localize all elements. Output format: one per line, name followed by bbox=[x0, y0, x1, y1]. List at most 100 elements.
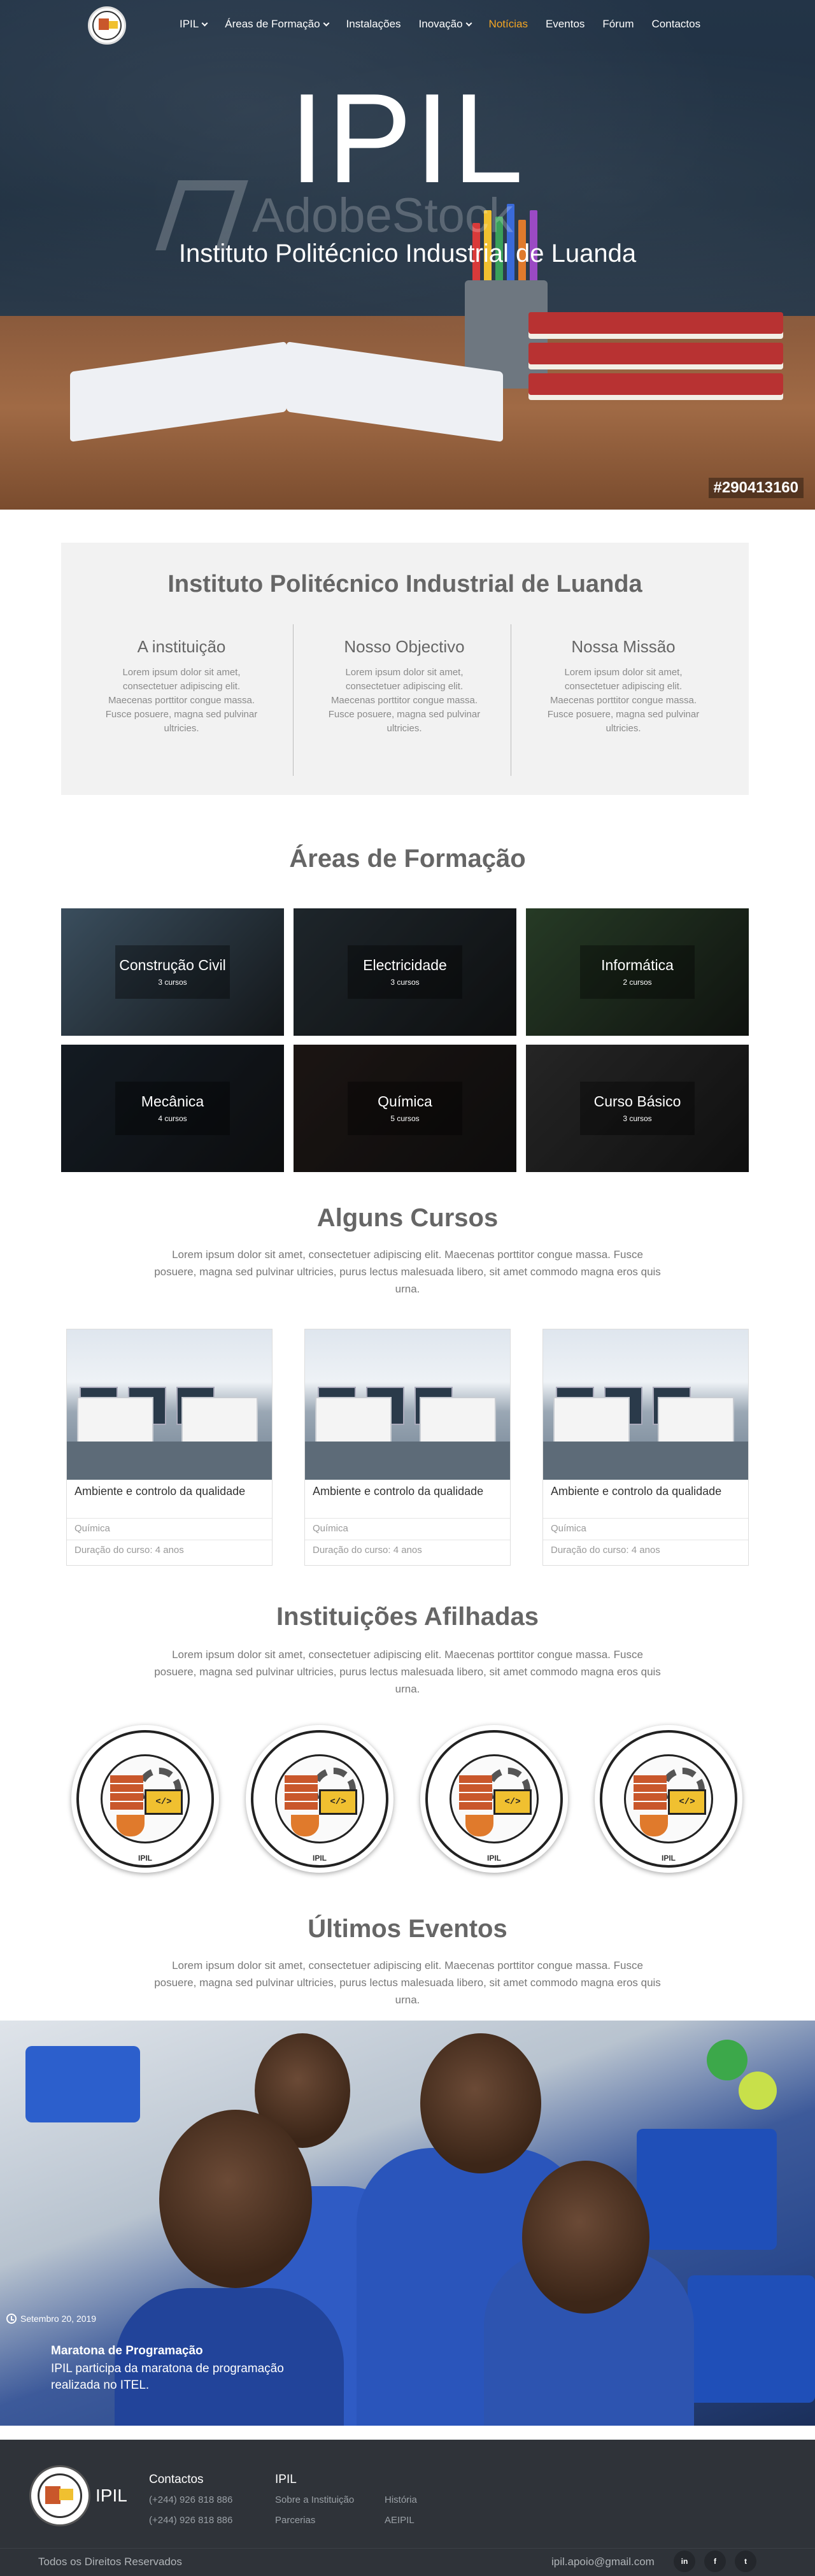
footer-link-aeipil[interactable]: AEIPIL bbox=[385, 2515, 415, 2526]
footer-link-partners[interactable]: Parcerias bbox=[275, 2515, 315, 2526]
nav-item-label: Notícias bbox=[488, 18, 528, 30]
chevron-down-icon bbox=[201, 20, 208, 26]
featured-event[interactable]: Setembro 20, 2019 Maratona de Programaçã… bbox=[0, 2021, 815, 2426]
column-text: Lorem ipsum dolor sit amet, consectetuer… bbox=[105, 667, 258, 734]
event-date-text: Setembro 20, 2019 bbox=[20, 2314, 97, 2324]
course-title[interactable]: Ambiente e controlo da qualidade bbox=[313, 1484, 497, 1499]
area-label-box: Química 5 cursos bbox=[348, 1082, 462, 1135]
area-name: Curso Básico bbox=[593, 1093, 681, 1110]
nav-item-label: Instalações bbox=[346, 18, 401, 30]
affiliate-seal[interactable]: </> IPIL bbox=[420, 1725, 568, 1873]
about-column-mission: Nossa Missão Lorem ipsum dolor sit amet,… bbox=[514, 624, 732, 777]
course-category: Química bbox=[74, 1523, 110, 1534]
nav-item-4[interactable]: Notícias bbox=[489, 18, 528, 31]
chair-decoration bbox=[637, 2129, 777, 2250]
chevron-down-icon bbox=[465, 20, 472, 26]
nav-item-2[interactable]: Instalações bbox=[346, 18, 401, 31]
area-label-box: Construção Civil 3 cursos bbox=[115, 945, 230, 999]
seal-label: IPIL bbox=[138, 1854, 152, 1863]
copyright: Todos os Direitos Reservados bbox=[38, 2556, 182, 2568]
seal-emblem: </> bbox=[624, 1754, 713, 1843]
area-name: Mecânica bbox=[141, 1093, 204, 1110]
nav-item-label: IPIL bbox=[180, 18, 199, 30]
area-count: 5 cursos bbox=[390, 1114, 420, 1123]
main-navigation: IPIL Áreas de Formação Instalações Inovação… bbox=[0, 0, 815, 51]
nav-item-5[interactable]: Eventos bbox=[546, 18, 585, 31]
course-card[interactable]: Ambiente e controlo da qualidade Química D… bbox=[304, 1329, 511, 1566]
stock-id-label: #290413160 bbox=[708, 478, 804, 498]
person-decoration bbox=[420, 2033, 541, 2173]
area-card[interactable]: Mecânica 4 cursos bbox=[61, 1045, 284, 1172]
balloon-decoration bbox=[707, 2040, 748, 2080]
course-card[interactable]: Ambiente e controlo da qualidade Química D… bbox=[542, 1329, 749, 1566]
course-category: Química bbox=[313, 1523, 348, 1534]
course-duration: Duração do curso: 4 anos bbox=[551, 1545, 660, 1556]
nav-item-7[interactable]: Contactos bbox=[652, 18, 701, 31]
nav-item-6[interactable]: Fórum bbox=[602, 18, 634, 31]
person-decoration bbox=[522, 2161, 649, 2314]
affiliates-lead: Lorem ipsum dolor sit amet, consectetuer… bbox=[154, 1649, 661, 1695]
area-card[interactable]: Electricidade 3 cursos bbox=[294, 908, 516, 1036]
seal-emblem: </> bbox=[275, 1754, 364, 1843]
area-count: 3 cursos bbox=[390, 978, 420, 987]
twitter-icon[interactable]: t bbox=[735, 2551, 756, 2572]
about-title: Instituto Politécnico Industrial de Luan… bbox=[167, 571, 642, 597]
book-stack bbox=[528, 312, 783, 404]
nav-item-1[interactable]: Áreas de Formação bbox=[225, 18, 329, 31]
nav-menu: IPIL Áreas de Formação Instalações Inovação… bbox=[180, 18, 718, 31]
about-panel: Instituto Politécnico Industrial de Luan… bbox=[61, 543, 749, 795]
column-text: Lorem ipsum dolor sit amet, consectetuer… bbox=[328, 667, 481, 734]
chair-decoration bbox=[25, 2046, 140, 2122]
site-logo[interactable] bbox=[88, 6, 126, 45]
affiliate-seal[interactable]: </> IPIL bbox=[595, 1725, 742, 1873]
courses-title: Alguns Cursos bbox=[316, 1204, 499, 1232]
area-card[interactable]: Curso Básico 3 cursos bbox=[526, 1045, 749, 1172]
nav-item-label: Fórum bbox=[602, 18, 634, 30]
column-heading: Nosso Objectivo bbox=[344, 637, 465, 656]
affiliate-seal[interactable]: </> IPIL bbox=[71, 1725, 219, 1873]
person-decoration bbox=[159, 2110, 312, 2288]
area-card[interactable]: Informática 2 cursos bbox=[526, 908, 749, 1036]
event-title[interactable]: Maratona de Programação bbox=[51, 2344, 203, 2358]
column-divider bbox=[293, 624, 294, 776]
courses-lead: Lorem ipsum dolor sit amet, consectetuer… bbox=[154, 1249, 661, 1295]
affiliate-seal[interactable]: </> IPIL bbox=[246, 1725, 393, 1873]
code-icon: </> bbox=[145, 1789, 183, 1815]
hero-title: IPIL bbox=[289, 68, 526, 210]
footer-email[interactable]: ipil.apoio@gmail.com bbox=[551, 2556, 655, 2568]
footer-phone[interactable]: (+244) 926 818 886 bbox=[149, 2515, 232, 2526]
course-title[interactable]: Ambiente e controlo da qualidade bbox=[551, 1484, 735, 1499]
footer-phone[interactable]: (+244) 926 818 886 bbox=[149, 2494, 232, 2505]
affiliates-title: Instituições Afilhadas bbox=[276, 1603, 539, 1631]
area-card[interactable]: Química 5 cursos bbox=[294, 1045, 516, 1172]
hero-banner: AdobeStock IPIL Instituto Politécnico In… bbox=[0, 0, 815, 510]
area-card[interactable]: Construção Civil 3 cursos bbox=[61, 908, 284, 1036]
areas-title: Áreas de Formação bbox=[289, 845, 526, 873]
code-icon: </> bbox=[319, 1789, 357, 1815]
clock-icon bbox=[6, 2314, 17, 2324]
events-title: Últimos Eventos bbox=[308, 1915, 507, 1943]
course-duration: Duração do curso: 4 anos bbox=[74, 1545, 184, 1556]
nav-item-label: Inovação bbox=[418, 18, 463, 30]
course-card[interactable]: Ambiente e controlo da qualidade Química D… bbox=[66, 1329, 273, 1566]
course-title[interactable]: Ambiente e controlo da qualidade bbox=[74, 1484, 259, 1499]
area-label-box: Electricidade 3 cursos bbox=[348, 945, 462, 999]
facebook-icon[interactable]: f bbox=[704, 2551, 726, 2572]
course-image bbox=[543, 1329, 748, 1480]
nav-item-3[interactable]: Inovação bbox=[418, 18, 472, 31]
events-lead: Lorem ipsum dolor sit amet, consectetuer… bbox=[154, 1959, 661, 2006]
seal-label: IPIL bbox=[486, 1854, 501, 1863]
balloon-decoration bbox=[739, 2072, 777, 2110]
linkedin-icon[interactable]: in bbox=[674, 2551, 695, 2572]
footer-link-history[interactable]: História bbox=[385, 2494, 417, 2505]
area-count: 4 cursos bbox=[158, 1114, 187, 1123]
course-category: Química bbox=[551, 1523, 586, 1534]
column-heading: A instituição bbox=[137, 637, 226, 656]
footer-logo[interactable] bbox=[29, 2465, 90, 2526]
area-name: Electricidade bbox=[363, 957, 447, 973]
nav-item-label: Eventos bbox=[545, 18, 585, 30]
nav-item-label: Contactos bbox=[651, 18, 701, 30]
area-name: Química bbox=[378, 1093, 432, 1110]
footer-link-about[interactable]: Sobre a Instituição bbox=[275, 2494, 354, 2505]
nav-item-0[interactable]: IPIL bbox=[180, 18, 208, 31]
